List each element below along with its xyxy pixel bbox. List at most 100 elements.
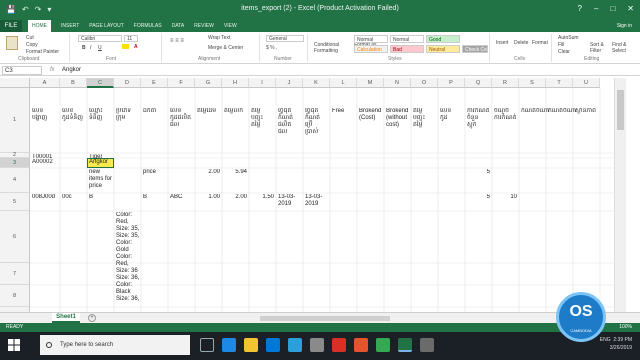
worksheet-grid[interactable]: ABCDEFGHIJKLMNOPQRSTU123456789លេខ បង្ហាញ… <box>0 78 614 312</box>
fill-color-icon[interactable] <box>122 44 129 49</box>
merge-center-button[interactable]: Merge & Center <box>208 45 243 51</box>
italic-button[interactable]: I <box>90 45 91 51</box>
format-painter-button[interactable]: Format Painter <box>26 49 59 55</box>
file-tab[interactable]: FILE <box>0 20 22 32</box>
cell-g5[interactable]: 1.00 <box>197 194 220 202</box>
cell-b5[interactable]: 00c <box>62 194 72 202</box>
style-good[interactable]: Good <box>426 35 460 43</box>
wrap-text-button[interactable]: Wrap Text <box>208 35 230 41</box>
firefox-icon[interactable] <box>354 338 368 352</box>
row-header-8[interactable]: 8 <box>0 285 30 307</box>
font-color-icon[interactable]: A <box>134 44 138 50</box>
cell-c5[interactable]: B <box>89 194 93 202</box>
cell-u1[interactable]: ស្ថានភាព <box>575 108 596 116</box>
style-calculation[interactable]: Calculation <box>354 45 388 53</box>
language-indicator[interactable]: ENG <box>600 337 611 343</box>
cell-n1[interactable]: Brokend (without cost) <box>386 108 408 130</box>
file-explorer-icon[interactable] <box>244 338 258 352</box>
bold-button[interactable]: B <box>82 45 86 51</box>
column-header-n[interactable]: N <box>384 78 411 88</box>
cell-f5[interactable]: ABC <box>170 194 182 202</box>
font-name-select[interactable]: Calibri <box>78 35 122 42</box>
zoom-level[interactable]: 100% <box>619 323 632 332</box>
tab-formulas[interactable]: FORMULAS <box>134 20 162 32</box>
vertical-scrollbar[interactable] <box>614 78 626 312</box>
cell-t1[interactable]: កំណត់ចំណាំ <box>548 108 576 116</box>
cell-e4[interactable]: price <box>143 169 156 177</box>
copy-button[interactable]: Copy <box>26 42 38 48</box>
clock-date[interactable]: 3/26/2019 <box>600 344 632 352</box>
app-icon-2[interactable] <box>420 338 434 352</box>
format-cells-button[interactable]: Format <box>532 40 548 46</box>
cell-r1[interactable]: ចំណុច ការកំណត់ <box>494 108 517 123</box>
sort-filter-button[interactable]: Sort & Filter <box>590 42 610 54</box>
column-header-q[interactable]: Q <box>465 78 492 88</box>
cell-i5[interactable]: 1.50 <box>251 194 274 202</box>
currency-percent-icons[interactable]: $ % , <box>266 45 277 51</box>
find-select-button[interactable]: Find & Select <box>612 42 634 54</box>
column-header-s[interactable]: S <box>519 78 546 88</box>
edge-icon[interactable] <box>222 338 236 352</box>
cell-q1[interactable]: ការកំណត់ ចំនួន ស្តុក <box>467 108 490 130</box>
row-header-4[interactable]: 4 <box>0 168 30 193</box>
clear-button[interactable]: Clear <box>558 49 570 55</box>
fx-icon[interactable]: fx <box>50 66 55 75</box>
vertical-scroll-thumb[interactable] <box>617 90 624 130</box>
formula-input[interactable]: Angkor <box>62 66 81 75</box>
insert-cells-button[interactable]: Insert <box>496 40 509 46</box>
column-header-f[interactable]: F <box>168 78 195 88</box>
paste-icon[interactable] <box>6 36 18 50</box>
cell-e5[interactable]: B <box>143 194 147 202</box>
underline-button[interactable]: U <box>98 45 102 51</box>
cell-k5[interactable]: 13-03- 2019 <box>305 194 322 209</box>
sign-in-link[interactable]: Sign in <box>617 20 632 32</box>
delete-cells-button[interactable]: Delete <box>514 40 528 46</box>
cell-j1[interactable]: ថ្ងៃផុត កំណត់ ផលិត ផល <box>278 108 293 137</box>
acrobat-icon[interactable] <box>332 338 346 352</box>
column-header-l[interactable]: L <box>330 78 357 88</box>
cell-k1[interactable]: ថ្ងៃផុត កំណត់ ប្រើ ប្រាស់ <box>305 108 320 137</box>
cell-e1[interactable]: ឯកតា <box>143 108 156 116</box>
cell-a3[interactable]: A00002 <box>32 159 53 167</box>
row-header-1[interactable]: 1 <box>0 88 30 153</box>
row-header-7[interactable]: 7 <box>0 263 30 285</box>
cell-c3[interactable]: Angkor <box>89 159 108 167</box>
column-header-g[interactable]: G <box>195 78 222 88</box>
cell-b1[interactable]: លេខ កូដទំនិញ <box>62 108 83 123</box>
style-normal[interactable]: Normal <box>354 35 388 43</box>
cell-h4[interactable]: 5.94 <box>224 169 247 177</box>
cell-g1[interactable]: តម្លៃដើម <box>197 108 216 116</box>
task-view-icon[interactable] <box>200 338 214 352</box>
column-header-r[interactable]: R <box>492 78 519 88</box>
column-header-o[interactable]: O <box>411 78 438 88</box>
chrome-icon[interactable] <box>376 338 390 352</box>
excel-taskbar-icon[interactable] <box>398 338 412 352</box>
font-size-select[interactable]: 11 <box>124 35 138 42</box>
taskbar-search-input[interactable]: Type here to search <box>40 335 190 355</box>
store-icon[interactable] <box>266 338 280 352</box>
cell-l1[interactable]: Free <box>332 108 344 116</box>
cell-i1[interactable]: តម្លៃ បញ្ចុះ តម្លៃ <box>251 108 263 130</box>
cell-q5[interactable]: 5 <box>467 194 490 202</box>
column-header-d[interactable]: D <box>114 78 141 88</box>
select-all-corner[interactable] <box>0 78 30 88</box>
row-header-6[interactable]: 6 <box>0 211 30 263</box>
add-sheet-button[interactable]: + <box>88 314 96 322</box>
name-box[interactable]: C3 <box>2 66 42 75</box>
cell-d1[interactable]: ប្រភេទ ក្រុម <box>116 108 131 123</box>
row-header-3[interactable]: 3 <box>0 158 30 168</box>
tab-view[interactable]: VIEW <box>224 20 237 32</box>
tab-data[interactable]: DATA <box>172 20 185 32</box>
number-format-select[interactable]: General <box>266 35 304 42</box>
column-header-c[interactable]: C <box>87 78 114 88</box>
cell-h5[interactable]: 2.00 <box>224 194 247 202</box>
cell-o1[interactable]: តម្លៃ បញ្ចុះ តម្លៃ <box>413 108 425 130</box>
fill-button[interactable]: Fill <box>558 42 564 48</box>
cell-m1[interactable]: Brokend (Cost) <box>359 108 381 123</box>
help-icon[interactable]: ? <box>578 4 582 13</box>
column-header-u[interactable]: U <box>573 78 600 88</box>
windows-start-icon[interactable] <box>8 339 20 351</box>
tab-review[interactable]: REVIEW <box>194 20 214 32</box>
column-header-a[interactable]: A <box>30 78 60 88</box>
cell-c4[interactable]: new items for price <box>89 169 112 191</box>
